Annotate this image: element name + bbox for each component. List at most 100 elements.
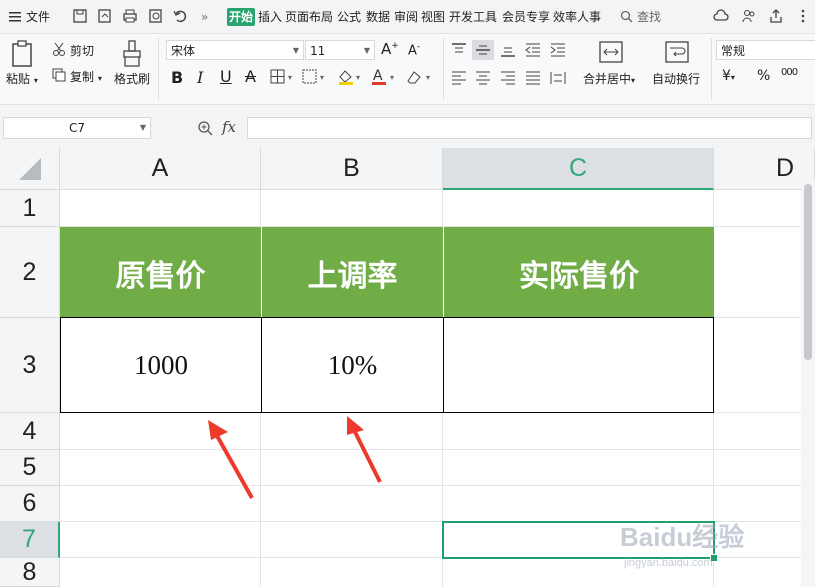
justify-icon[interactable]	[524, 70, 542, 86]
copy-icon[interactable]	[52, 68, 66, 82]
more-commands-button[interactable]: »	[201, 8, 208, 26]
wrap-text-icon[interactable]	[664, 40, 690, 64]
chevron-down-icon: ▼	[292, 46, 299, 55]
row-header-4[interactable]: 4	[0, 413, 60, 450]
column-header-a[interactable]: A	[60, 148, 261, 190]
gridline	[60, 485, 801, 486]
ribbon-separator	[711, 38, 712, 100]
paste-button[interactable]: 粘贴 ▾	[6, 70, 38, 87]
column-header-b[interactable]: B	[261, 148, 443, 190]
clear-format-icon[interactable]: ▾	[405, 69, 435, 85]
save-icon[interactable]	[72, 8, 88, 24]
increase-font-icon[interactable]: A+	[381, 40, 399, 58]
currency-icon: ¥	[722, 68, 731, 84]
svg-text:A: A	[373, 68, 383, 84]
merge-center-label: 合并居中	[583, 72, 632, 86]
print-icon[interactable]	[122, 8, 138, 24]
decrease-font-icon[interactable]: A-	[408, 42, 420, 58]
file-menu-button[interactable]: 文件	[8, 7, 50, 26]
cell-a3[interactable]: 1000	[60, 317, 262, 413]
row-header-6[interactable]: 6	[0, 486, 60, 522]
font-name-select[interactable]: 宋体 ▼	[166, 40, 304, 60]
tab-efficiency-hr[interactable]: 效率人事	[553, 8, 601, 26]
row-header-5[interactable]: 5	[0, 450, 60, 486]
select-all-corner[interactable]	[0, 148, 60, 190]
align-bottom-icon[interactable]	[499, 42, 517, 58]
align-center-icon[interactable]	[474, 70, 492, 86]
tab-view[interactable]: 视图	[421, 8, 445, 26]
cell-b2[interactable]: 上调率	[261, 227, 443, 318]
red-arrow-annotation	[347, 416, 382, 483]
share-icon[interactable]	[768, 8, 784, 24]
cell-c2[interactable]: 实际售价	[443, 227, 714, 318]
tab-review[interactable]: 审阅	[394, 8, 418, 26]
italic-icon[interactable]: I	[197, 68, 203, 87]
number-format-select[interactable]: 常规	[716, 40, 815, 60]
format-painter-button[interactable]: 格式刷	[114, 70, 150, 87]
distributed-align-icon[interactable]	[549, 70, 567, 86]
undo-icon[interactable]	[172, 8, 188, 24]
percent-button[interactable]: %	[757, 68, 770, 84]
tab-page-layout[interactable]: 页面布局	[285, 8, 333, 26]
vertical-scrollbar[interactable]	[801, 180, 815, 587]
align-left-icon[interactable]	[450, 70, 468, 86]
row-header-3[interactable]: 3	[0, 318, 60, 413]
tab-developer[interactable]: 开发工具	[449, 8, 497, 26]
font-size-select[interactable]: 11 ▼	[305, 40, 375, 60]
paste-icon[interactable]	[10, 40, 36, 68]
more-options-icon[interactable]	[795, 8, 811, 24]
align-middle-icon[interactable]	[472, 40, 494, 60]
cell-b3[interactable]: 10%	[261, 317, 444, 413]
fx-icon[interactable]: fx	[222, 118, 236, 136]
tab-formulas[interactable]: 公式	[337, 8, 361, 26]
thousands-separator-button[interactable]: 000	[781, 67, 798, 78]
export-pdf-icon[interactable]	[97, 8, 113, 24]
number-format-value: 常规	[721, 44, 746, 58]
tab-insert[interactable]: 插入	[258, 8, 282, 26]
cut-button[interactable]: 剪切	[70, 42, 94, 59]
align-right-icon[interactable]	[499, 70, 517, 86]
fill-color-icon[interactable]: ▾	[337, 68, 365, 86]
scissors-icon[interactable]	[52, 42, 66, 56]
collaborate-icon[interactable]	[741, 8, 757, 24]
tab-member[interactable]: 会员专享	[502, 8, 550, 26]
scrollbar-thumb[interactable]	[804, 184, 812, 360]
row-header-7[interactable]: 7	[0, 522, 60, 558]
align-top-icon[interactable]	[450, 42, 468, 58]
column-header-c[interactable]: C	[443, 148, 714, 190]
formula-input[interactable]	[247, 117, 812, 139]
row-header-8[interactable]: 8	[0, 558, 60, 587]
name-box[interactable]: C7 ▼	[3, 117, 151, 139]
tab-data[interactable]: 数据	[366, 8, 390, 26]
svg-text:▾: ▾	[390, 73, 394, 82]
merge-center-button[interactable]: 合并居中▾	[583, 70, 635, 87]
cell-c3[interactable]	[443, 317, 714, 413]
cell-a2[interactable]: 原售价	[60, 227, 261, 318]
column-header-d[interactable]: D	[714, 148, 815, 190]
merge-center-icon[interactable]	[598, 40, 624, 64]
paste-label: 粘贴	[6, 72, 31, 86]
copy-button[interactable]: 复制 ▾	[70, 68, 102, 85]
borders-icon[interactable]: ▾	[270, 69, 296, 85]
underline-icon[interactable]: U	[220, 67, 232, 86]
currency-button[interactable]: ¥▾	[722, 68, 735, 84]
chevron-down-icon: ▼	[363, 46, 370, 55]
wrap-text-button[interactable]: 自动换行	[652, 70, 700, 87]
row-header-1[interactable]: 1	[0, 190, 60, 227]
row-header-2[interactable]: 2	[0, 227, 60, 318]
zoom-formula-icon[interactable]	[197, 120, 213, 136]
search-button[interactable]: 查找	[620, 7, 661, 26]
font-color-icon[interactable]: A ▾	[371, 68, 399, 86]
cell-fill-style-icon[interactable]: ▾	[302, 69, 328, 85]
decrease-indent-icon[interactable]	[524, 42, 542, 58]
ribbon-separator	[158, 38, 159, 100]
strikethrough-icon[interactable]: A	[245, 67, 256, 86]
bold-icon[interactable]: B	[171, 68, 183, 87]
tab-home[interactable]: 开始	[227, 8, 256, 26]
cloud-sync-icon[interactable]	[713, 8, 729, 24]
format-painter-icon[interactable]	[121, 40, 143, 68]
print-preview-icon[interactable]	[148, 8, 164, 24]
baidu-jingyan-watermark: Baidu经验 jingyan.baidu.com	[620, 522, 744, 569]
increase-indent-icon[interactable]	[549, 42, 567, 58]
svg-text:▾: ▾	[356, 73, 360, 82]
